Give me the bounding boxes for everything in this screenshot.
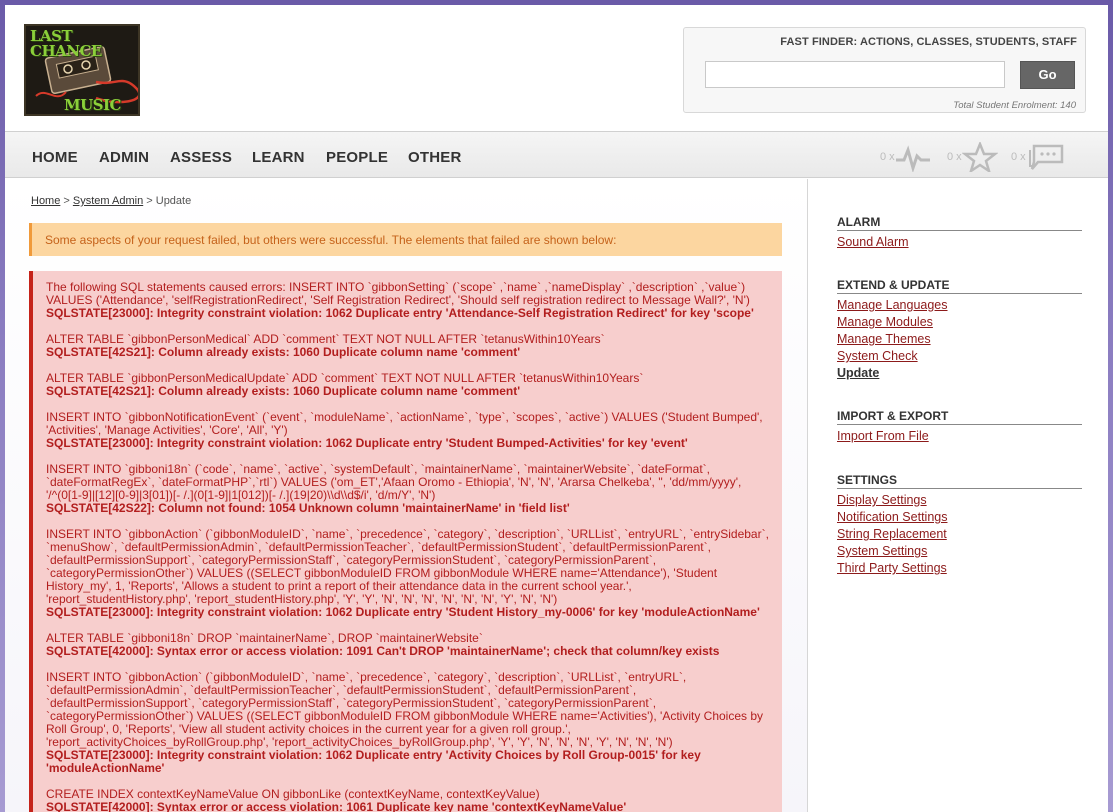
fast-finder: Fast Finder: Actions, Classes, Students,… (683, 27, 1086, 113)
sidebar-link-sound-alarm[interactable]: Sound Alarm (837, 234, 1082, 251)
sidebar-link-system-settings[interactable]: System Settings (837, 543, 1082, 560)
sidebar-link-manage-themes[interactable]: Manage Themes (837, 331, 1082, 348)
breadcrumb-system-admin[interactable]: System Admin (73, 195, 143, 207)
sql-statement: INSERT INTO `gibbonAction` (`gibbonModul… (46, 527, 769, 606)
school-logo[interactable]: LAST CHANCE MUSIC CAMP (24, 24, 140, 116)
sidebar-link-string-replacement[interactable]: String Replacement (837, 526, 1082, 543)
sidebar-link-manage-modules[interactable]: Manage Modules (837, 314, 1082, 331)
logo-line-2: MUSIC CAMP (64, 96, 121, 115)
sidebar-link-import-from-file[interactable]: Import From File (837, 428, 1082, 445)
alarm-count: 0 x (880, 151, 895, 163)
nav-home[interactable]: Home (32, 149, 78, 166)
sql-error-state: SQLSTATE[42000]: Syntax error or access … (46, 800, 627, 812)
sidebar-heading: Alarm (837, 215, 1082, 231)
sql-error-state: SQLSTATE[42000]: Syntax error or access … (46, 644, 720, 658)
fast-finder-input[interactable] (705, 61, 1005, 88)
sidebar-section-extend-update: Extend & Update Manage Languages Manage … (837, 278, 1082, 382)
sidebar-link-notification-settings[interactable]: Notification Settings (837, 509, 1082, 526)
error-entry: CREATE INDEX contextKeyNameValue ON gibb… (46, 788, 769, 812)
sql-statement: INSERT INTO `gibboni18n` (`code`, `name`… (46, 462, 742, 502)
header: LAST CHANCE MUSIC CAMP Fast Finder: Acti… (5, 5, 1108, 131)
sql-error-state: SQLSTATE[42S21]: Column already exists: … (46, 384, 521, 398)
error-entry: INSERT INTO `gibboni18n` (`code`, `name`… (46, 463, 769, 515)
total-enrolment: Total Student Enrolment: 140 (953, 100, 1076, 111)
nav-admin[interactable]: Admin (99, 149, 149, 166)
error-entry: ALTER TABLE `gibbonPersonMedicalUpdate` … (46, 372, 769, 398)
sidebar-section-import-export: Import & Export Import From File (837, 409, 1082, 445)
sql-statement: The following SQL statements caused erro… (46, 280, 750, 307)
messages-count: 0 x (1011, 151, 1026, 163)
sql-statement: INSERT INTO `gibbonAction` (`gibbonModul… (46, 670, 764, 749)
main-content: Home > System Admin > Update Some aspect… (5, 179, 807, 812)
fast-finder-title: Fast Finder: Actions, Classes, Students,… (780, 36, 1077, 48)
error-entry: ALTER TABLE `gibboni18n` DROP `maintaine… (46, 632, 769, 658)
sidebar-link-update[interactable]: Update (837, 365, 1082, 382)
error-entry: INSERT INTO `gibbonAction` (`gibbonModul… (46, 671, 769, 775)
likes-notification[interactable]: 0 x (947, 142, 998, 172)
sql-error-state: SQLSTATE[23000]: Integrity constraint vi… (46, 605, 760, 619)
nav-people[interactable]: People (326, 149, 388, 166)
breadcrumb: Home > System Admin > Update (31, 195, 192, 207)
sidebar-section-alarm: Alarm Sound Alarm (837, 215, 1082, 251)
breadcrumb-home[interactable]: Home (31, 195, 60, 207)
main-nav: Home Admin Assess Learn People Other 0 x… (5, 131, 1108, 178)
chat-icon (1028, 144, 1063, 170)
warning-message: Some aspects of your request failed, but… (29, 223, 782, 256)
sidebar-heading: Settings (837, 473, 1082, 489)
sql-error-state: SQLSTATE[23000]: Integrity constraint vi… (46, 306, 754, 320)
sql-error-state: SQLSTATE[42S21]: Column already exists: … (46, 345, 521, 359)
sidebar-heading: Extend & Update (837, 278, 1082, 294)
sidebar-link-manage-languages[interactable]: Manage Languages (837, 297, 1082, 314)
likes-count: 0 x (947, 151, 962, 163)
nav-assess[interactable]: Assess (170, 149, 232, 166)
page: LAST CHANCE MUSIC CAMP Fast Finder: Acti… (5, 5, 1108, 812)
error-entry: INSERT INTO `gibbonNotificationEvent` (`… (46, 411, 769, 450)
error-entry: ALTER TABLE `gibbonPersonMedical` ADD `c… (46, 333, 769, 359)
sql-error-state: SQLSTATE[23000]: Integrity constraint vi… (46, 436, 688, 450)
pulse-icon (895, 145, 930, 172)
sql-error-state: SQLSTATE[23000]: Integrity constraint vi… (46, 748, 701, 775)
error-entry: The following SQL statements caused erro… (46, 281, 769, 320)
logo-line-1: LAST CHANCE (30, 27, 102, 60)
fast-finder-go-button[interactable]: Go (1020, 61, 1075, 89)
sidebar: Alarm Sound Alarm Extend & Update Manage… (807, 179, 1108, 812)
nav-learn[interactable]: Learn (252, 149, 305, 166)
error-entry: INSERT INTO `gibbonAction` (`gibbonModul… (46, 528, 769, 619)
sql-error-state: SQLSTATE[42S22]: Column not found: 1054 … (46, 501, 570, 515)
breadcrumb-current: Update (155, 195, 192, 207)
alarm-notification[interactable]: 0 x (880, 142, 931, 172)
nav-other[interactable]: Other (408, 149, 462, 166)
star-icon (961, 142, 998, 172)
sidebar-link-display-settings[interactable]: Display Settings (837, 492, 1082, 509)
messages-notification[interactable]: 0 x (1011, 142, 1066, 172)
sidebar-section-settings: Settings Display Settings Notification S… (837, 473, 1082, 577)
sidebar-heading: Import & Export (837, 409, 1082, 425)
sidebar-link-system-check[interactable]: System Check (837, 348, 1082, 365)
sql-statement: INSERT INTO `gibbonNotificationEvent` (`… (46, 410, 763, 437)
sidebar-link-third-party-settings[interactable]: Third Party Settings (837, 560, 1082, 577)
error-message-box: The following SQL statements caused erro… (29, 271, 782, 812)
